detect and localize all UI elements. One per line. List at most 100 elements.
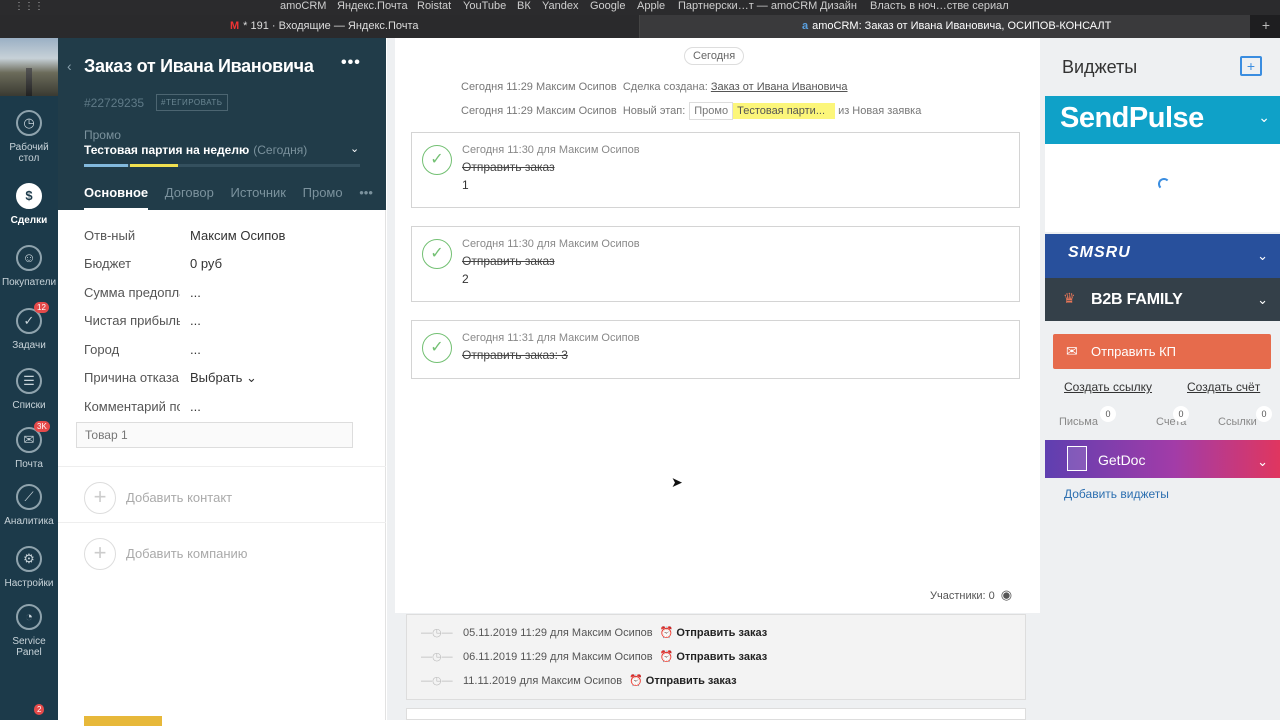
mouse-cursor-icon: ➤ <box>671 474 683 490</box>
tag-button[interactable]: #ТЕГИРОВАТЬ <box>156 94 228 111</box>
nav-mail[interactable]: ✉ Почта 3K <box>0 421 58 470</box>
widgets-panel: Виджеты + SendPulse ⌄ SMSRU ⌄ ♛ B2B FAMILY ⌄… <box>1040 38 1280 720</box>
deal-id: #22729235 <box>84 96 145 110</box>
bookmarks-bar: ⋮⋮⋮ amoCRM Яндекс.Почта Roistat YouTube … <box>0 0 1280 15</box>
bookmark[interactable]: Яндекс.Почта <box>337 0 408 12</box>
clock-icon: —◷— <box>421 651 453 663</box>
feed-panel: Сегодня Сегодня 11:29 Максим Осипов Сдел… <box>387 38 1040 720</box>
bookmark[interactable]: Yandex <box>542 0 579 12</box>
nav-settings[interactable]: ⚙ Настройки <box>0 546 58 589</box>
dollar-icon: $ <box>16 183 42 209</box>
wrench-icon: ⚙ <box>16 546 42 572</box>
tab-promo[interactable]: Промо <box>303 185 343 200</box>
deal-panel: ‹ Заказ от Ивана Ивановича ••• #22729235… <box>58 38 386 726</box>
apps-grid-icon[interactable]: ⋮⋮⋮ <box>14 1 44 13</box>
participants[interactable]: Участники: 0 ◉ <box>930 587 1012 603</box>
widgets-title: Виджеты <box>1062 57 1138 77</box>
links-counter: Ссылки <box>1218 416 1257 428</box>
nav-deals[interactable]: $ Сделки <box>0 183 58 226</box>
list-icon: ☰ <box>16 368 42 394</box>
event-created: Сегодня 11:29 Максим Осипов Сделка созда… <box>461 81 848 93</box>
create-link[interactable]: Создать ссылку <box>1064 380 1152 394</box>
task-card[interactable]: ✓ Сегодня 11:30 для Максим Осипов Отправ… <box>411 132 1020 208</box>
back-arrow-icon[interactable]: ‹ <box>67 58 72 74</box>
bookmark[interactable]: Партнерски…т — amoCRM <box>678 0 817 12</box>
bookmark[interactable]: amoCRM <box>280 0 326 12</box>
tab-main[interactable]: Основное <box>84 185 149 210</box>
nav-customers[interactable]: ☺ Покупатели <box>0 245 58 288</box>
chevron-down-icon[interactable]: ⌄ <box>1258 109 1270 126</box>
avatar[interactable] <box>0 38 58 96</box>
bookmark[interactable]: Google <box>590 0 625 12</box>
save-button[interactable] <box>84 716 162 726</box>
new-tab-icon[interactable]: + <box>1262 17 1270 33</box>
nav-tasks[interactable]: ✓ Задачи 12 <box>0 302 58 351</box>
check-circle-icon: ✓ <box>422 145 452 175</box>
document-icon <box>1067 446 1087 471</box>
bookmark[interactable]: Власть в ноч…стве сериал <box>870 0 1009 12</box>
notifications-badge: 2 <box>34 704 45 715</box>
add-widget-icon[interactable]: + <box>1240 56 1262 76</box>
sendpulse-widget[interactable]: SendPulse ⌄ <box>1045 96 1280 144</box>
alarm-icon: ⏰ <box>659 651 674 663</box>
plus-icon: + <box>84 482 116 514</box>
nav-analytics[interactable]: ⟋ Аналитика <box>0 484 58 527</box>
b2b-family-widget[interactable]: ♛ B2B FAMILY ⌄ <box>1045 278 1280 321</box>
check-circle-icon: ✓ <box>422 239 452 269</box>
service-panel-icon: ◔ <box>16 604 42 630</box>
clock-icon: —◷— <box>421 627 453 639</box>
b2b-logo-icon: ♛ <box>1063 290 1076 306</box>
sendpulse-body <box>1045 144 1280 232</box>
plus-icon: + <box>84 538 116 570</box>
alarm-icon: ⏰ <box>629 675 643 687</box>
stage-select[interactable]: Тестовая партия на неделю (Сегодня) <box>84 143 307 157</box>
bookmark[interactable]: Apple <box>637 0 665 12</box>
chevron-down-icon[interactable]: ⌄ <box>1257 292 1268 308</box>
message-input[interactable] <box>406 708 1026 720</box>
envelope-icon: ✉ <box>1066 343 1078 359</box>
nav-dashboard[interactable]: ◷ Рабочий стол <box>0 110 58 164</box>
nav-service-panel[interactable]: ◔ Service Panel <box>0 604 58 658</box>
date-divider: Сегодня <box>684 47 745 65</box>
product-field[interactable]: Товар 1 <box>76 422 353 448</box>
bookmark[interactable]: ВК <box>517 0 531 12</box>
letters-counter: Письма <box>1059 416 1098 428</box>
tab-contract[interactable]: Договор <box>165 185 214 200</box>
customers-icon: ☺ <box>16 245 42 271</box>
tab-more[interactable]: ••• <box>359 185 373 200</box>
analytics-icon: ⟋ <box>16 484 42 510</box>
chevron-down-icon[interactable]: ⌄ <box>1257 248 1268 264</box>
getdoc-widget[interactable]: GetDoc ⌄ <box>1045 440 1280 478</box>
chevron-down-icon[interactable]: ⌄ <box>1257 454 1268 470</box>
tab-yandex-mail[interactable]: M * 191 · Входящие — Яндекс.Почта <box>0 15 640 38</box>
deal-title[interactable]: Заказ от Ивана Ивановича <box>84 56 314 77</box>
event-stage: Сегодня 11:29 Максим Осипов Новый этап: П… <box>461 102 921 120</box>
sendpulse-logo: SendPulse <box>1060 102 1204 134</box>
eye-icon[interactable]: ◉ <box>1001 587 1012 602</box>
task-card[interactable]: ✓ Сегодня 11:31 для Максим Осипов Отправ… <box>411 320 1020 379</box>
bookmark[interactable]: Roistat <box>417 0 451 12</box>
add-contact[interactable]: + Добавить контакт <box>58 466 386 522</box>
chevron-down-icon[interactable]: ⌄ <box>350 142 359 155</box>
add-widgets-link[interactable]: Добавить виджеты <box>1064 487 1169 501</box>
create-invoice-link[interactable]: Создать счёт <box>1187 380 1260 394</box>
bookmark[interactable]: Дизайн <box>820 0 857 12</box>
browser-tabs: M * 191 · Входящие — Яндекс.Почта a amoCRM… <box>0 15 1280 38</box>
add-company[interactable]: + Добавить компанию <box>58 522 386 578</box>
nav-lists[interactable]: ☰ Списки <box>0 368 58 411</box>
b2b-body: ✉ Отправить КП Создать ссылку Создать счё… <box>1045 321 1280 440</box>
send-kp-button[interactable]: ✉ Отправить КП <box>1053 334 1271 369</box>
tab-source[interactable]: Источник <box>231 185 287 200</box>
loading-spinner-icon <box>1158 178 1170 190</box>
alarm-icon: ⏰ <box>659 627 674 639</box>
main-sidebar: ◷ Рабочий стол $ Сделки ☺ Покупатели ✓ Задач… <box>0 38 58 720</box>
tab-amocrm[interactable]: a amoCRM: Заказ от Ивана Ивановича, ОСИПО… <box>640 15 1250 38</box>
bookmark[interactable]: YouTube <box>463 0 506 12</box>
more-menu-icon[interactable]: ••• <box>341 54 361 72</box>
smsru-widget[interactable]: SMSRU ⌄ <box>1045 234 1280 278</box>
deal-link[interactable]: Заказ от Ивана Ивановича <box>711 81 848 93</box>
task-card[interactable]: ✓ Сегодня 11:30 для Максим Осипов Отправ… <box>411 226 1020 302</box>
scheduled-tasks: —◷— 05.11.2019 11:29 для Максим Осипов ⏰ От… <box>406 614 1026 700</box>
dashboard-icon: ◷ <box>16 110 42 136</box>
mail-icon: M <box>230 20 240 32</box>
